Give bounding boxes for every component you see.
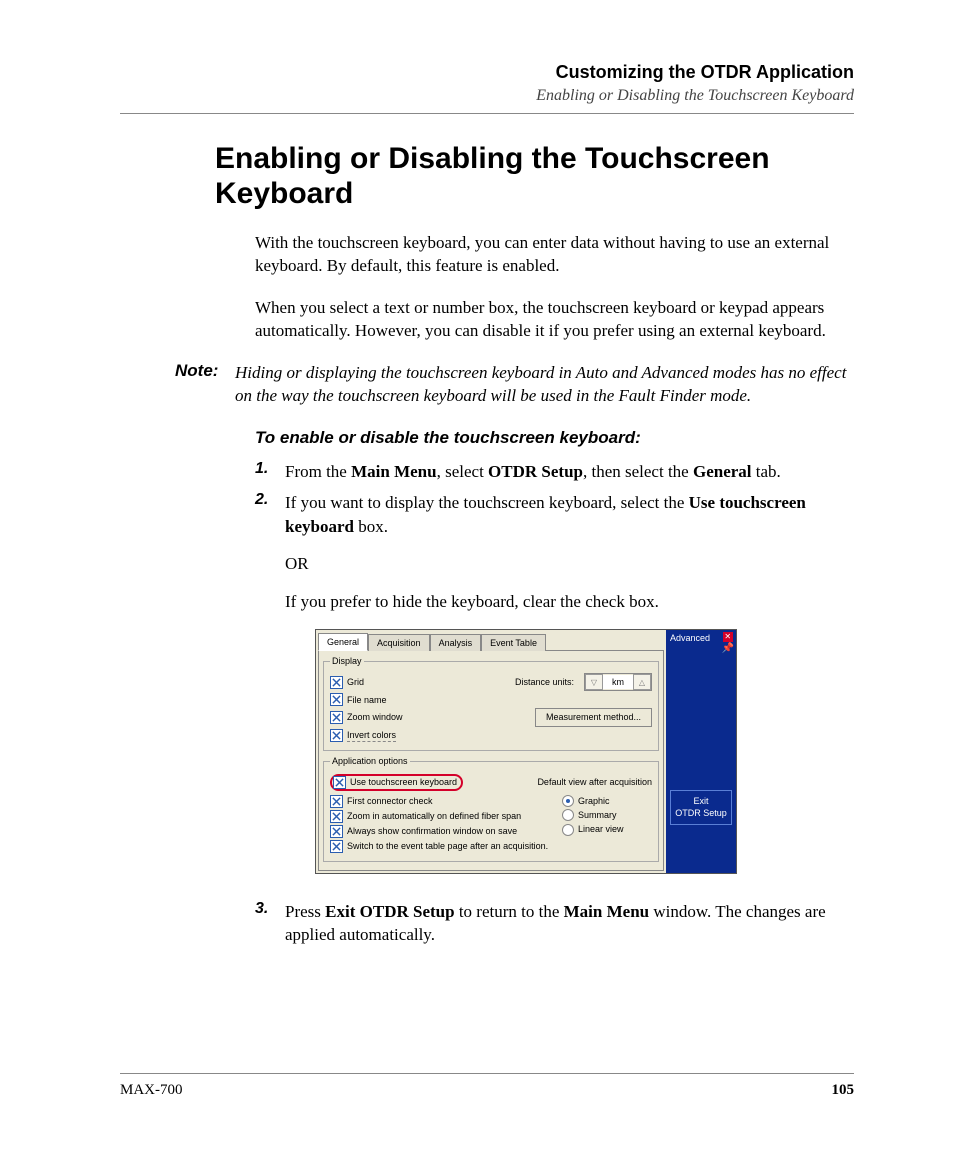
- running-header: Customizing the OTDR Application Enablin…: [120, 62, 854, 105]
- section-heading: Enabling or Disabling the Touchscreen Ke…: [215, 142, 854, 211]
- step-number: 3.: [255, 900, 285, 947]
- step-1: 1. From the Main Menu, select OTDR Setup…: [255, 460, 844, 483]
- label-use-touchscreen: Use touchscreen keyboard: [350, 776, 457, 788]
- highlight-use-touchscreen: Use touchscreen keyboard: [330, 774, 463, 791]
- checkbox-zoom-window[interactable]: [330, 711, 343, 724]
- app-options-legend: Application options: [330, 755, 410, 767]
- distance-units-stepper[interactable]: ▽ km △: [584, 673, 652, 691]
- label-invert-colors: Invert colors: [347, 729, 396, 742]
- tab-event-table[interactable]: Event Table: [481, 634, 546, 651]
- measurement-method-button[interactable]: Measurement method...: [535, 708, 652, 726]
- checkbox-use-touchscreen[interactable]: [333, 776, 346, 789]
- mode-label: Advanced: [670, 632, 710, 644]
- footer-page-number: 105: [832, 1082, 855, 1099]
- label-grid: Grid: [347, 676, 364, 688]
- checkbox-filename[interactable]: [330, 693, 343, 706]
- radio-graphic[interactable]: [562, 795, 574, 807]
- checkbox-zoom-auto[interactable]: [330, 810, 343, 823]
- intro-p2: When you select a text or number box, th…: [255, 296, 844, 343]
- radio-summary[interactable]: [562, 809, 574, 821]
- radio-linear[interactable]: [562, 824, 574, 836]
- tab-analysis[interactable]: Analysis: [430, 634, 482, 651]
- step-number: 2.: [255, 491, 285, 891]
- header-rule: [120, 113, 854, 114]
- display-legend: Display: [330, 655, 364, 667]
- label-distance-units: Distance units:: [515, 676, 574, 688]
- label-filename: File name: [347, 694, 387, 706]
- step-3: 3. Press Exit OTDR Setup to return to th…: [255, 900, 844, 947]
- tab-general[interactable]: General: [318, 633, 368, 651]
- tab-acquisition[interactable]: Acquisition: [368, 634, 430, 651]
- pin-icon[interactable]: 📌: [722, 644, 734, 654]
- note-label: Note:: [175, 361, 235, 408]
- tab-bar: General Acquisition Analysis Event Table: [316, 630, 666, 650]
- step-text: From the Main Menu, select OTDR Setup, t…: [285, 460, 844, 483]
- checkbox-switch-event[interactable]: [330, 840, 343, 853]
- display-group: Display Grid Distance units: ▽ km △: [323, 655, 659, 751]
- label-zoom-auto: Zoom in automatically on defined fiber s…: [347, 810, 521, 822]
- stepper-down-icon[interactable]: ▽: [585, 674, 603, 690]
- distance-units-value: km: [603, 675, 633, 689]
- checkbox-grid[interactable]: [330, 676, 343, 689]
- footer-model: MAX-700: [120, 1082, 183, 1099]
- label-radio-graphic: Graphic: [578, 795, 610, 807]
- close-icon[interactable]: ✕: [723, 632, 733, 642]
- screenshot-sidebar: Advanced ✕ 📌 Exit OTDR Setup: [666, 630, 736, 873]
- step-text: If you want to display the touchscreen k…: [285, 491, 844, 891]
- note-text: Hiding or displaying the touchscreen key…: [235, 361, 854, 408]
- stepper-up-icon[interactable]: △: [633, 674, 651, 690]
- header-subtitle: Enabling or Disabling the Touchscreen Ke…: [120, 87, 854, 105]
- procedure-heading: To enable or disable the touchscreen key…: [255, 428, 844, 448]
- label-radio-linear: Linear view: [578, 823, 624, 835]
- exit-otdr-setup-button[interactable]: Exit OTDR Setup: [670, 790, 732, 825]
- step-number: 1.: [255, 460, 285, 483]
- label-switch-event: Switch to the event table page after an …: [347, 840, 548, 852]
- label-first-connector: First connector check: [347, 795, 433, 807]
- step-alt: If you prefer to hide the keyboard, clea…: [285, 590, 844, 613]
- step-text: Press Exit OTDR Setup to return to the M…: [285, 900, 844, 947]
- label-default-view: Default view after acquisition: [537, 776, 652, 788]
- label-radio-summary: Summary: [578, 809, 617, 821]
- step-2: 2. If you want to display the touchscree…: [255, 491, 844, 891]
- checkbox-first-connector[interactable]: [330, 795, 343, 808]
- label-always-confirm: Always show confirmation window on save: [347, 825, 517, 837]
- checkbox-always-confirm[interactable]: [330, 825, 343, 838]
- step-or: OR: [285, 552, 844, 575]
- intro-p1: With the touchscreen keyboard, you can e…: [255, 231, 844, 278]
- label-zoom-window: Zoom window: [347, 711, 403, 723]
- header-title: Customizing the OTDR Application: [120, 62, 854, 83]
- app-options-group: Application options Use touchscreen keyb…: [323, 755, 659, 861]
- page-footer: MAX-700 105: [120, 1073, 854, 1099]
- note-block: Note: Hiding or displaying the touchscre…: [175, 361, 854, 408]
- screenshot-otdr-setup: General Acquisition Analysis Event Table…: [315, 629, 737, 874]
- checkbox-invert-colors[interactable]: [330, 729, 343, 742]
